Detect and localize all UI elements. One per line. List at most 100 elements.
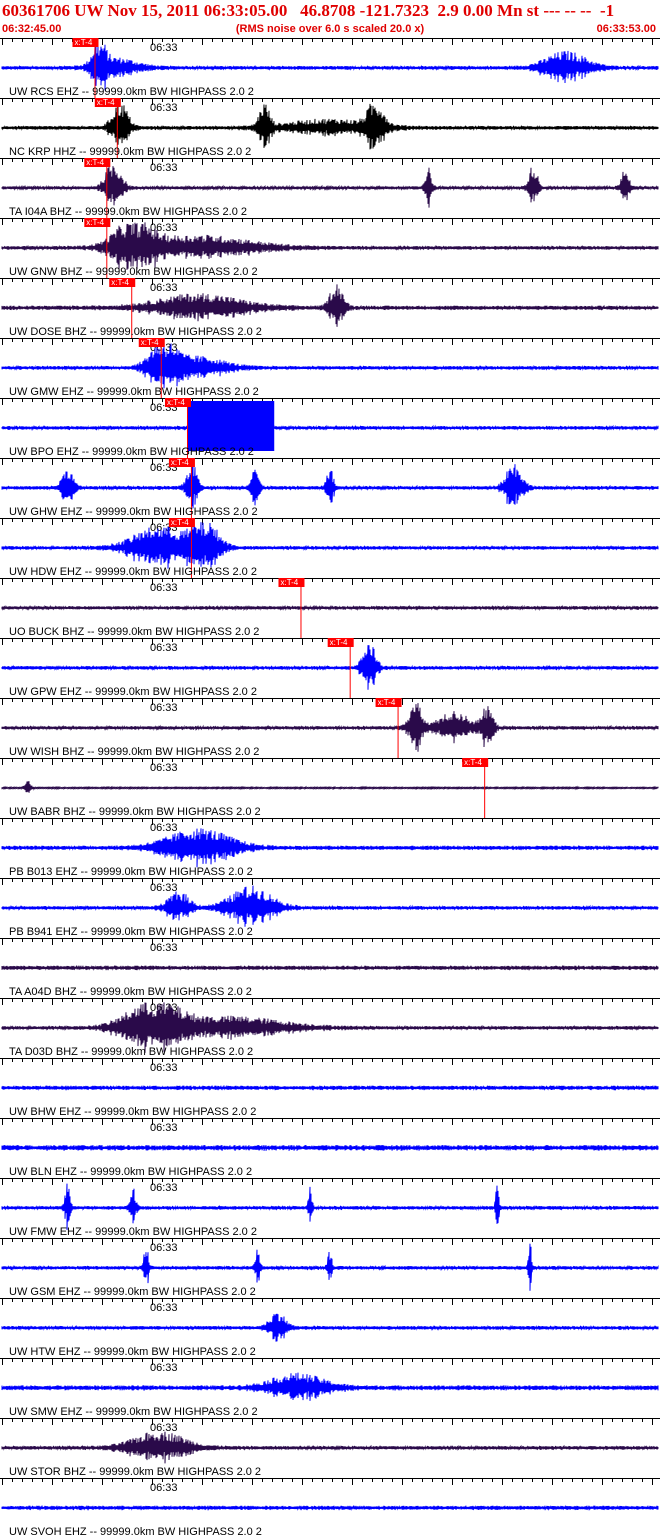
waveform (1, 462, 659, 509)
event-title: 60361706 UW Nov 15, 2011 06:33:05.00 46.… (2, 1, 615, 20)
minute-label: 06:33 (150, 1182, 178, 1194)
trace-row: 06:33x:T-4UW BPO EHZ -- 99999.0km BW HIG… (0, 398, 660, 458)
station-label: TA A04D BHZ -- 99999.0km BW HIGHPASS 2.0… (9, 986, 252, 998)
minute-label: 06:33 (150, 102, 178, 114)
pick-label: x:T-4 (171, 518, 189, 527)
minute-label: 06:33 (150, 222, 178, 234)
minute-label: 06:33 (150, 1122, 178, 1134)
waveform (1, 222, 659, 270)
minute-label: 06:33 (150, 162, 178, 174)
waveform (1, 1144, 659, 1152)
station-label: UW BPO EHZ -- 99999.0km BW HIGHPASS 2.0 … (9, 446, 254, 458)
pick-label: x:T-4 (97, 98, 115, 107)
minute-label: 06:33 (150, 1362, 178, 1374)
trace-row: 06:33x:T-4UW GHW EHZ -- 99999.0km BW HIG… (0, 458, 660, 518)
trace-row: 06:33 TA A04D BHZ -- 99999.0km BW HIGHPAS… (0, 938, 660, 998)
pick-label: x:T-4 (280, 578, 298, 587)
station-label: UW GPW EHZ -- 99999.0km BW HIGHPASS 2.0 … (9, 686, 257, 698)
pick-label: x:T-4 (111, 278, 129, 287)
trace-row: 06:33 UW SVOH EHZ -- 99999.0km BW HIGHPAS… (0, 1478, 660, 1538)
waveform (1, 284, 659, 327)
waveform (1, 828, 659, 868)
waveform (1, 44, 659, 91)
trace-row: 06:33 x:T-4 TA I04A BHZ -- 99999.0km BW HI… (0, 158, 660, 218)
waveform (1, 604, 659, 612)
trace-row: 06:33 x:T-4 UO BUCK BHZ -- 99999.0km BW HI… (0, 578, 660, 638)
pick-label: x:T-4 (86, 158, 104, 167)
station-label: TA D03D BHZ -- 99999.0km BW HIGHPASS 2.0… (9, 1046, 253, 1058)
waveform (1, 522, 659, 569)
pick-label: x:T-4 (378, 698, 396, 707)
minute-label: 06:33 (150, 702, 178, 714)
minute-label: 06:33 (150, 582, 178, 594)
waveform (1, 645, 659, 690)
waveform (1, 343, 659, 389)
waveform (1, 703, 659, 752)
station-label: UW GSM EHZ -- 99999.0km BW HIGHPASS 2.0 … (9, 1286, 256, 1298)
minute-label: 06:33 (150, 942, 178, 954)
trace-row: 06:33 x:T-4 UW WISH BHZ -- 99999.0km BW HI… (0, 698, 660, 758)
pick-label: x:T-4 (171, 458, 189, 467)
trace-row: 06:33 UW FMW EHZ -- 99999.0km BW HIGHPASS… (0, 1178, 660, 1238)
station-label: UW WISH BHZ -- 99999.0km BW HIGHPASS 2.0… (9, 746, 259, 758)
waveform (1, 1372, 659, 1401)
trace-row: 06:33 x:T-4 UW GPW EHZ -- 99999.0km BW HIG… (0, 638, 660, 698)
trace-row: 06:33 x:T-4 UW GNW BHZ -- 99999.0km BW HIG… (0, 218, 660, 278)
trace-row: 06:33 x:T-4 UW RCS EHZ -- 99999.0km BW HIG… (0, 38, 660, 98)
trace-row: 06:33 UW GSM EHZ -- 99999.0km BW HIGHPASS… (0, 1238, 660, 1298)
pick-label: x:T-4 (167, 398, 185, 407)
station-label: UW STOR BHZ -- 99999.0km BW HIGHPASS 2.0… (9, 1466, 261, 1478)
station-label: UW GHW EHZ -- 99999.0km BW HIGHPASS 2.0 … (9, 506, 258, 518)
waveform (1, 103, 659, 150)
station-label: NC KRP HHZ -- 99999.0km BW HIGHPASS 2.0 … (9, 146, 251, 158)
trace-row: 06:33x:T-4UW HDW EHZ -- 99999.0km BW HIG… (0, 518, 660, 578)
minute-label: 06:33 (150, 762, 178, 774)
trace-row: 06:33 UW BHW EHZ -- 99999.0km BW HIGHPASS… (0, 1058, 660, 1118)
station-label: TA I04A BHZ -- 99999.0km BW HIGHPASS 2.0… (9, 206, 247, 218)
header: 60361706 UW Nov 15, 2011 06:33:05.00 46.… (0, 0, 660, 38)
station-label: UW GMW EHZ -- 99999.0km BW HIGHPASS 2.0 … (9, 386, 259, 398)
waveform (1, 1313, 659, 1342)
waveform (1, 964, 659, 971)
trace-row: 06:33 UW HTW EHZ -- 99999.0km BW HIGHPASS… (0, 1298, 660, 1358)
trace-row: 06:33TA D03D BHZ -- 99999.0km BW HIGHPAS… (0, 998, 660, 1058)
trace-row: 06:33 UW STOR BHZ -- 99999.0km BW HIGHPAS… (0, 1418, 660, 1478)
pick-label: x:T-4 (141, 338, 159, 347)
station-label: UW BHW EHZ -- 99999.0km BW HIGHPASS 2.0 … (9, 1106, 256, 1118)
rms-note: (RMS noise over 6.0 s scaled 20.0 x) (235, 23, 425, 35)
trace-row: 06:33 x:T-4 NC KRP HHZ -- 99999.0km BW HIG… (0, 98, 660, 158)
minute-label: 06:33 (150, 1422, 178, 1434)
minute-label: 06:33 (150, 642, 178, 654)
waveform (1, 885, 659, 927)
minute-label: 06:33 (150, 1062, 178, 1074)
waveform (1, 1504, 659, 1511)
trace-row: 06:33 PB B941 EHZ -- 99999.0km BW HIGHPAS… (0, 878, 660, 938)
station-label: UW HDW EHZ -- 99999.0km BW HIGHPASS 2.0 … (9, 566, 257, 578)
end-time: 06:33:53.00 (596, 23, 656, 35)
pick-label: x:T-4 (464, 758, 482, 767)
minute-label: 06:33 (150, 822, 178, 834)
seismogram-plot: 06:33x:T-4UW RCS EHZ -- 99999.0km BW HIG… (0, 38, 660, 1538)
saturated-block (186, 401, 275, 451)
trace-row: 06:33 x:T-4 UW DOSE BHZ -- 99999.0km BW HI… (0, 278, 660, 338)
minute-label: 06:33 (150, 1482, 178, 1494)
station-label: UW BABR BHZ -- 99999.0km BW HIGHPASS 2.0… (9, 806, 261, 818)
pick-label: x:T-4 (330, 638, 348, 647)
pick-label: x:T-4 (86, 218, 104, 227)
trace-row: 06:33 PB B013 EHZ -- 99999.0km BW HIGHPAS… (0, 818, 660, 878)
station-label: UW BLN EHZ -- 99999.0km BW HIGHPASS 2.0 … (9, 1166, 252, 1178)
station-label: UW FMW EHZ -- 99999.0km BW HIGHPASS 2.0 … (9, 1226, 257, 1238)
waveform (1, 1243, 659, 1291)
minute-label: 06:33 (150, 882, 178, 894)
waveform (1, 781, 659, 793)
minute-label: 06:33 (150, 282, 178, 294)
trace-row: 06:33 UW SMW EHZ -- 99999.0km BW HIGHPASS… (0, 1358, 660, 1418)
station-label: UW RCS EHZ -- 99999.0km BW HIGHPASS 2.0 … (9, 86, 254, 98)
trace-row: 06:33 x:T-4 UW BABR BHZ -- 99999.0km BW HI… (0, 758, 660, 818)
minute-label: 06:33 (150, 1302, 178, 1314)
waveform (1, 1431, 659, 1464)
waveform (1, 1084, 659, 1091)
station-label: UW GNW BHZ -- 99999.0km BW HIGHPASS 2.0 … (9, 266, 258, 278)
minute-label: 06:33 (150, 42, 178, 54)
pick-label: x:T-4 (74, 38, 92, 47)
